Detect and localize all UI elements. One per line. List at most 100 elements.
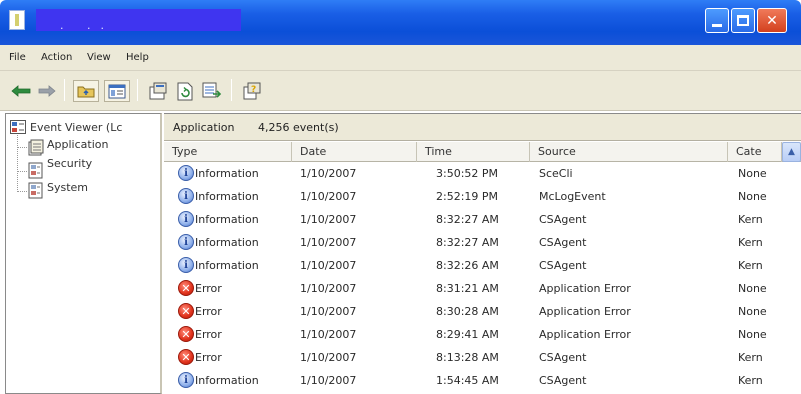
event-time: 8:31:21 AM bbox=[436, 282, 499, 295]
menu-help[interactable]: Help bbox=[126, 52, 149, 63]
event-source: CSAgent bbox=[539, 374, 587, 387]
tree-connector bbox=[18, 191, 27, 192]
help-icon: ? bbox=[243, 82, 261, 100]
column-headers: Type Date Time Source Cate bbox=[164, 142, 801, 162]
back-button[interactable] bbox=[9, 82, 33, 100]
tree-item-system[interactable]: System bbox=[28, 182, 88, 199]
scroll-up-button[interactable]: ▲ bbox=[782, 142, 801, 162]
toolbar: ? bbox=[0, 71, 801, 111]
title-bar[interactable]: . .. ✕ bbox=[0, 0, 801, 45]
menu-action[interactable]: Action bbox=[41, 52, 72, 63]
event-type-cell: i Information bbox=[178, 234, 259, 250]
tree-root-event-viewer[interactable]: Event Viewer (Lc bbox=[10, 120, 122, 134]
event-list-pane: Application 4,256 event(s) Type Date Tim… bbox=[164, 113, 801, 394]
event-type-cell: i Information bbox=[178, 372, 259, 388]
event-type-cell: i Information bbox=[178, 211, 259, 227]
table-row[interactable]: ✕ Error 1/10/2007 8:13:28 AM CSAgent Kern bbox=[164, 346, 801, 369]
event-category: None bbox=[738, 282, 767, 295]
event-category: None bbox=[738, 167, 767, 180]
event-date: 1/10/2007 bbox=[300, 328, 357, 341]
show-hide-tree-button[interactable] bbox=[104, 80, 130, 102]
event-type-cell: ✕ Error bbox=[178, 280, 222, 296]
menu-file[interactable]: File bbox=[9, 52, 26, 63]
window-title-suffix: . .. bbox=[60, 19, 114, 32]
tree-item-application[interactable]: Application bbox=[28, 139, 108, 156]
table-row[interactable]: i Information 1/10/2007 2:52:19 PM McLogEven… bbox=[164, 185, 801, 208]
event-type: Information bbox=[195, 212, 259, 226]
tree-item-security[interactable]: Security bbox=[28, 158, 92, 179]
forward-arrow-icon bbox=[38, 85, 56, 97]
event-date: 1/10/2007 bbox=[300, 282, 357, 295]
event-type: Information bbox=[195, 166, 259, 180]
table-row[interactable]: i Information 1/10/2007 3:50:52 PM SceCli Non… bbox=[164, 162, 801, 185]
event-type-cell: i Information bbox=[178, 188, 259, 204]
forward-button[interactable] bbox=[36, 82, 58, 100]
close-button[interactable]: ✕ bbox=[757, 8, 787, 33]
table-row[interactable]: ✕ Error 1/10/2007 8:31:21 AM Application Err… bbox=[164, 277, 801, 300]
maximize-icon bbox=[737, 15, 749, 26]
minimize-button[interactable] bbox=[705, 8, 729, 33]
column-header-type[interactable]: Type bbox=[164, 142, 292, 162]
help-button[interactable]: ? bbox=[240, 80, 264, 102]
event-source: Application Error bbox=[539, 328, 631, 341]
system-log-icon bbox=[28, 182, 43, 199]
properties-button[interactable] bbox=[146, 80, 170, 102]
event-date: 1/10/2007 bbox=[300, 259, 357, 272]
column-header-time[interactable]: Time bbox=[417, 142, 530, 162]
event-type: Error bbox=[195, 304, 222, 318]
information-icon: i bbox=[178, 188, 194, 204]
export-list-icon bbox=[202, 82, 222, 98]
event-type-cell: ✕ Error bbox=[178, 349, 222, 365]
event-type: Information bbox=[195, 373, 259, 387]
event-time: 1:54:45 AM bbox=[436, 374, 499, 387]
event-date: 1/10/2007 bbox=[300, 213, 357, 226]
table-row[interactable]: i Information 1/10/2007 8:32:26 AM CSAgent Ke… bbox=[164, 254, 801, 277]
column-header-date[interactable]: Date bbox=[292, 142, 417, 162]
event-type: Information bbox=[195, 189, 259, 203]
column-header-category[interactable]: Cate bbox=[728, 142, 782, 162]
event-date: 1/10/2007 bbox=[300, 190, 357, 203]
show-hide-tree-icon bbox=[108, 84, 126, 98]
svg-text:?: ? bbox=[251, 85, 256, 95]
error-icon: ✕ bbox=[178, 326, 194, 342]
event-time: 8:32:27 AM bbox=[436, 213, 499, 226]
event-time: 8:32:27 AM bbox=[436, 236, 499, 249]
event-date: 1/10/2007 bbox=[300, 167, 357, 180]
column-header-source[interactable]: Source bbox=[530, 142, 728, 162]
information-icon: i bbox=[178, 234, 194, 250]
event-count: 4,256 event(s) bbox=[258, 121, 339, 134]
refresh-button[interactable] bbox=[173, 80, 197, 102]
event-source: Application Error bbox=[539, 305, 631, 318]
tree-item-application-label: Application bbox=[47, 138, 109, 151]
event-type: Error bbox=[195, 327, 222, 341]
close-icon: ✕ bbox=[766, 12, 778, 29]
event-type-cell: ✕ Error bbox=[178, 303, 222, 319]
error-icon: ✕ bbox=[178, 280, 194, 296]
table-row[interactable]: i Information 1/10/2007 8:32:27 AM CSAgent Ke… bbox=[164, 208, 801, 231]
event-date: 1/10/2007 bbox=[300, 305, 357, 318]
event-category: Kern bbox=[738, 213, 763, 226]
maximize-button[interactable] bbox=[731, 8, 755, 33]
event-date: 1/10/2007 bbox=[300, 351, 357, 364]
up-one-level-button[interactable] bbox=[73, 80, 99, 102]
back-arrow-icon bbox=[11, 85, 31, 97]
table-row[interactable]: i Information 1/10/2007 1:54:45 AM CSAgent Ke… bbox=[164, 369, 801, 392]
toolbar-separator bbox=[137, 79, 138, 101]
event-type-cell: ✕ Error bbox=[178, 326, 222, 342]
app-icon[interactable] bbox=[9, 10, 25, 30]
table-row[interactable]: i Information 1/10/2007 8:32:27 AM CSAgent Ke… bbox=[164, 231, 801, 254]
event-time: 8:29:41 AM bbox=[436, 328, 499, 341]
event-time: 8:30:28 AM bbox=[436, 305, 499, 318]
properties-icon bbox=[149, 82, 167, 100]
information-icon: i bbox=[178, 372, 194, 388]
table-row[interactable]: ✕ Error 1/10/2007 8:30:28 AM Application Err… bbox=[164, 300, 801, 323]
event-type-cell: i Information bbox=[178, 257, 259, 273]
event-time: 8:13:28 AM bbox=[436, 351, 499, 364]
event-category: None bbox=[738, 328, 767, 341]
export-list-button[interactable] bbox=[200, 80, 224, 102]
event-type: Error bbox=[195, 350, 222, 364]
console-tree[interactable]: Event Viewer (Lc Application Security Sy… bbox=[5, 113, 162, 394]
event-viewer-window: . .. ✕ File Action View Help ? Event Vie… bbox=[0, 0, 801, 394]
table-row[interactable]: ✕ Error 1/10/2007 8:29:41 AM Application Err… bbox=[164, 323, 801, 346]
menu-view[interactable]: View bbox=[87, 52, 111, 63]
